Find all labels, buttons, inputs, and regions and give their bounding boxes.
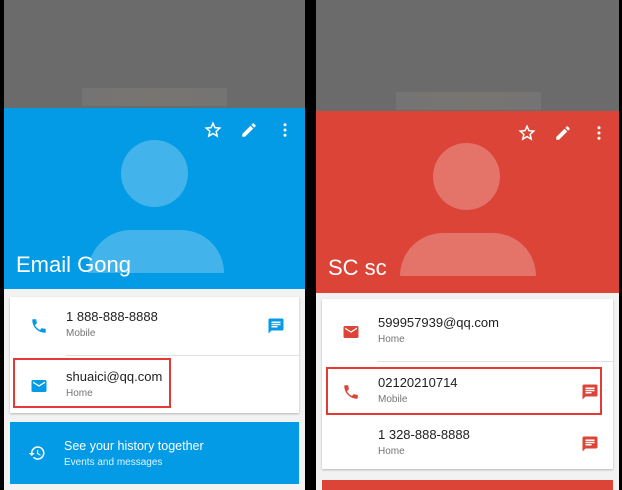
- phone-row[interactable]: 1 888-888-8888 Mobile: [10, 297, 299, 353]
- phone-number: 02120210714: [378, 375, 458, 390]
- dimmed-background: [316, 0, 619, 111]
- background-peek: [396, 92, 541, 110]
- edit-icon[interactable]: [553, 123, 573, 143]
- email-address: shuaici@qq.com: [66, 369, 163, 384]
- email-type: Home: [66, 388, 93, 399]
- phone-icon: [342, 383, 360, 401]
- right-contact-screen: SC sc 599957939@qq.com Home 02120210714 …: [316, 0, 619, 490]
- phone-row[interactable]: 02120210714 Mobile: [322, 363, 613, 419]
- message-icon[interactable]: [581, 435, 599, 453]
- history-subtitle: Events and messages: [64, 457, 163, 468]
- phone-number: 1 328-888-8888: [378, 427, 470, 442]
- row-divider: [66, 355, 299, 356]
- email-row[interactable]: 599957939@qq.com Home: [322, 303, 613, 359]
- phone-number: 1 888-888-8888: [66, 309, 158, 324]
- contact-details-card: 599957939@qq.com Home 02120210714 Mobile…: [322, 299, 613, 469]
- contact-header: Email Gong: [4, 108, 305, 289]
- avatar-placeholder-icon: [400, 141, 536, 276]
- email-type: Home: [378, 334, 405, 345]
- background-peek: [82, 88, 227, 106]
- history-card[interactable]: See your history together Events and mes…: [10, 422, 299, 484]
- email-row[interactable]: shuaici@qq.com Home: [10, 357, 299, 413]
- phone-row[interactable]: 1 328-888-8888 Home: [322, 415, 613, 471]
- history-title: See your history together: [64, 439, 204, 453]
- more-vert-icon[interactable]: [589, 123, 609, 143]
- email-icon: [342, 323, 360, 341]
- bottom-action-strip: [322, 480, 613, 490]
- phone-type: Home: [378, 446, 405, 457]
- phone-type: Mobile: [378, 394, 408, 405]
- message-icon[interactable]: [581, 383, 599, 401]
- edit-icon[interactable]: [239, 120, 259, 140]
- contact-header: SC sc: [316, 111, 619, 293]
- more-vert-icon[interactable]: [275, 120, 295, 140]
- row-divider: [378, 361, 613, 362]
- phone-icon: [30, 317, 48, 335]
- history-icon: [28, 444, 46, 467]
- star-icon[interactable]: [517, 123, 537, 143]
- message-icon[interactable]: [267, 317, 285, 335]
- contact-details-card: 1 888-888-8888 Mobile shuaici@qq.com Hom…: [10, 297, 299, 413]
- email-icon: [30, 377, 48, 395]
- dimmed-background: [4, 0, 305, 108]
- contact-name: SC sc: [328, 255, 387, 280]
- star-icon[interactable]: [203, 120, 223, 140]
- contact-name: Email Gong: [16, 252, 131, 277]
- email-address: 599957939@qq.com: [378, 315, 499, 330]
- left-contact-screen: Email Gong 1 888-888-8888 Mobile shuaici…: [4, 0, 305, 490]
- phone-type: Mobile: [66, 328, 96, 339]
